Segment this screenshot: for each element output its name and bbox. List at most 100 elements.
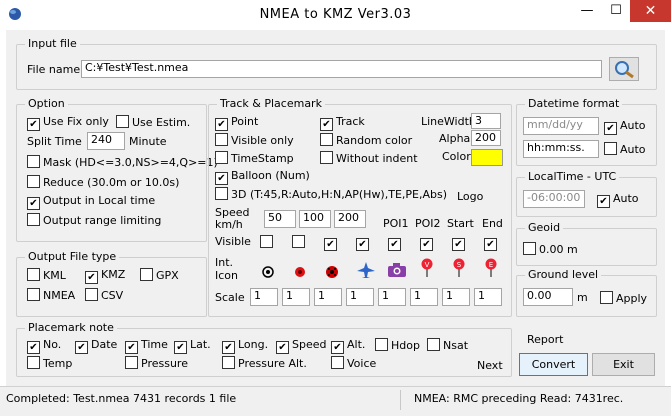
timestamp-checkbox[interactable]: TimeStamp (215, 151, 294, 165)
balloon-checkbox[interactable]: ✔ Balloon (Num) (215, 169, 310, 185)
use-estim-checkbox[interactable]: Use Estim. (116, 115, 190, 129)
localtime-input[interactable]: -06:00:00 (523, 190, 585, 208)
visible-checkbox-5[interactable]: ✔ (388, 235, 404, 251)
localtime-auto-label: Auto (613, 192, 639, 205)
visible-checkbox-2[interactable] (292, 235, 308, 249)
output-range-checkbox[interactable]: Output range limiting (27, 213, 161, 227)
linewidth-input[interactable]: 3 (471, 113, 501, 129)
note-no-checkbox[interactable]: ✔ No. (27, 338, 62, 354)
point-checkbox[interactable]: ✔ Point (215, 115, 258, 131)
alpha-input[interactable]: 200 (471, 130, 501, 146)
threed-checkbox[interactable]: 3D (T:45,R:Auto,H:N,AP(Hw),TE,PE,Abs) (215, 187, 447, 201)
random-color-checkbox[interactable]: Random color (320, 133, 412, 147)
note-pressure-checkbox[interactable]: Pressure (125, 356, 188, 370)
minimize-button[interactable]: — (572, 0, 602, 22)
nmea-checkbox[interactable]: NMEA (27, 288, 75, 302)
pin-e-icon[interactable]: E (484, 258, 498, 278)
visible-only-checkbox[interactable]: Visible only (215, 133, 294, 147)
scale-input-7[interactable]: 1 (442, 288, 470, 306)
date-auto-checkbox[interactable]: ✔ Auto (604, 119, 646, 135)
without-indent-checkbox[interactable]: Without indent (320, 151, 418, 165)
output-local-checkbox[interactable]: ✔ Output in Local time (27, 194, 155, 210)
title-bar: NMEA to KMZ Ver3.03 — ☐ ✕ (0, 0, 671, 30)
browse-button[interactable] (609, 57, 639, 81)
scale-input-6[interactable]: 1 (410, 288, 438, 306)
localtime-auto-checkbox[interactable]: ✔ Auto (597, 192, 639, 208)
geoid-checkbox[interactable]: 0.00 m (523, 242, 578, 256)
without-indent-label: Without indent (336, 152, 418, 165)
mask-label: Mask (HD<=3.0,NS>=4,Q>=1) (43, 156, 218, 169)
gpx-checkbox[interactable]: GPX (140, 268, 179, 282)
convert-button[interactable]: Convert (519, 353, 588, 376)
checkbox-box (27, 213, 40, 226)
target-icon[interactable] (261, 265, 275, 279)
date-format-input[interactable]: mm/dd/yy (523, 117, 599, 135)
reduce-checkbox[interactable]: Reduce (30.0m or 10.0s) (27, 175, 179, 189)
note-hdop-checkbox[interactable]: Hdop (375, 338, 420, 352)
file-name-input[interactable]: C:¥Test¥Test.nmea (81, 60, 602, 78)
poi2-label: POI2 (415, 217, 441, 230)
scale-input-4[interactable]: 1 (346, 288, 374, 306)
main-panel: Input file File name C:¥Test¥Test.nmea O… (6, 30, 665, 409)
note-temp-checkbox[interactable]: Temp (27, 356, 72, 370)
scale-label: Scale (215, 291, 245, 304)
exit-button[interactable]: Exit (592, 353, 655, 376)
visible-checkbox-6[interactable]: ✔ (420, 235, 436, 251)
report-link[interactable]: Report (527, 333, 563, 346)
note-speed-checkbox[interactable]: ✔ Speed (276, 338, 326, 354)
note-voice-checkbox[interactable]: Voice (331, 356, 376, 370)
split-time-input[interactable]: 240 (87, 132, 125, 150)
option-group: Option ✔ Use Fix only Use Estim. Split Ti… (16, 97, 218, 242)
checkbox-box (375, 338, 388, 351)
camera-icon[interactable] (387, 262, 407, 278)
red-flower-icon[interactable] (325, 265, 339, 279)
csv-checkbox[interactable]: CSV (85, 288, 123, 302)
apply-checkbox[interactable]: Apply (600, 291, 647, 305)
color-label: Color (442, 150, 471, 163)
visible-checkbox-8[interactable]: ✔ (484, 235, 500, 251)
note-no-label: No. (43, 338, 62, 351)
kml-checkbox[interactable]: KML (27, 268, 66, 282)
speed-input-3[interactable]: 200 (334, 210, 366, 228)
red-dot-icon[interactable] (293, 265, 307, 279)
color-swatch[interactable] (471, 149, 503, 166)
scale-input-1[interactable]: 1 (250, 288, 278, 306)
use-fix-checkbox[interactable]: ✔ Use Fix only (27, 115, 109, 131)
close-button[interactable]: ✕ (630, 0, 671, 22)
scale-input-2[interactable]: 1 (282, 288, 310, 306)
scale-input-3[interactable]: 1 (314, 288, 342, 306)
note-alt-checkbox[interactable]: ✔ Alt. (331, 338, 365, 354)
next-link[interactable]: Next (477, 359, 503, 372)
checkbox-box (292, 235, 305, 248)
pin-v-icon[interactable]: V (420, 258, 434, 278)
ground-level-input[interactable]: 0.00 (523, 288, 573, 306)
time-format-input[interactable]: hh:mm:ss. (523, 140, 599, 158)
visible-only-label: Visible only (231, 134, 294, 147)
checkbox-box: ✔ (452, 238, 465, 251)
checkbox-box: ✔ (174, 341, 187, 354)
visible-checkbox-1[interactable] (260, 235, 276, 249)
checkbox-box (604, 142, 617, 155)
airplane-icon[interactable] (356, 261, 376, 279)
scale-input-5[interactable]: 1 (378, 288, 406, 306)
checkbox-box (222, 356, 235, 369)
mask-checkbox[interactable]: Mask (HD<=3.0,NS>=4,Q>=1) (27, 155, 218, 169)
speed-input-2[interactable]: 100 (299, 210, 331, 228)
note-nsat-checkbox[interactable]: Nsat (427, 338, 468, 352)
kmz-checkbox[interactable]: ✔ KMZ (85, 268, 125, 284)
note-pressure-alt-checkbox[interactable]: Pressure Alt. (222, 356, 307, 370)
track-checkbox[interactable]: ✔ Track (320, 115, 365, 131)
checkbox-box (320, 133, 333, 146)
time-auto-checkbox[interactable]: Auto (604, 142, 646, 156)
note-date-checkbox[interactable]: ✔ Date (75, 338, 117, 354)
speed-input-1[interactable]: 50 (264, 210, 296, 228)
maximize-button[interactable]: ☐ (602, 0, 630, 22)
note-lat-checkbox[interactable]: ✔ Lat. (174, 338, 211, 354)
visible-checkbox-7[interactable]: ✔ (452, 235, 468, 251)
pin-s-icon[interactable]: S (452, 258, 466, 278)
note-long-checkbox[interactable]: ✔ Long. (222, 338, 268, 354)
visible-checkbox-3[interactable]: ✔ (324, 235, 340, 251)
note-time-checkbox[interactable]: ✔ Time (125, 338, 168, 354)
scale-input-8[interactable]: 1 (474, 288, 502, 306)
visible-checkbox-4[interactable]: ✔ (356, 235, 372, 251)
